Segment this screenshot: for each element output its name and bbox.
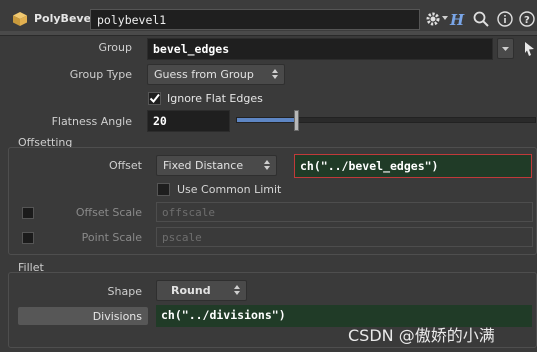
help-icon[interactable]: ?	[518, 10, 536, 28]
group-field[interactable]: bevel_edges	[147, 38, 493, 60]
point-scale-label: Point Scale	[81, 231, 142, 244]
shape-value: Round	[171, 284, 211, 297]
csdn-watermark: CSDN @傲娇的小满	[348, 326, 495, 345]
svg-text:H: H	[449, 11, 465, 28]
header-divider	[0, 31, 537, 35]
dropdown-arrows-icon	[272, 69, 278, 79]
gear-icon[interactable]	[424, 10, 442, 28]
group-type-dropdown[interactable]: Guess from Group	[147, 64, 285, 85]
flatness-angle-slider-fill	[237, 118, 297, 122]
use-common-limit-checkbox[interactable]	[157, 183, 170, 196]
offset-scale-label: Offset Scale	[75, 206, 142, 219]
offset-scale-field[interactable]: offscale	[156, 202, 533, 222]
polybevel-node-icon	[12, 11, 28, 27]
offset-mode-dropdown[interactable]: Fixed Distance	[156, 155, 277, 176]
node-name-input[interactable]: polybevel1	[90, 9, 420, 30]
group-type-value: Guess from Group	[154, 68, 254, 81]
info-icon[interactable]	[496, 10, 514, 28]
offset-scale-toggle[interactable]	[22, 207, 34, 219]
shape-label: Shape	[107, 285, 142, 298]
flatness-angle-label: Flatness Angle	[51, 115, 132, 128]
help-h-icon[interactable]: H	[448, 10, 466, 29]
ignore-flat-edges-label: Ignore Flat Edges	[167, 92, 263, 105]
flatness-angle-slider-track[interactable]	[236, 117, 536, 123]
node-type-label: PolyBevel	[34, 12, 95, 25]
point-scale-field[interactable]: pscale	[156, 227, 533, 247]
use-common-limit-label: Use Common Limit	[177, 183, 282, 196]
ignore-flat-edges-checkbox[interactable]	[148, 92, 161, 105]
group-menu-button[interactable]	[497, 38, 514, 59]
search-icon[interactable]	[472, 10, 490, 28]
group-label: Group	[98, 41, 133, 54]
divisions-label: Divisions	[92, 310, 142, 323]
shape-dropdown[interactable]: Round	[156, 280, 247, 301]
offset-mode-value: Fixed Distance	[163, 159, 244, 172]
dropdown-arrows-icon	[234, 285, 240, 295]
point-scale-toggle[interactable]	[22, 232, 34, 244]
select-arrow-icon[interactable]	[522, 40, 536, 58]
checkmark-icon	[149, 93, 160, 104]
svg-text:?: ?	[524, 15, 530, 26]
dropdown-arrows-icon	[264, 160, 270, 170]
offset-expression-field[interactable]: ch("../bevel_edges")	[294, 154, 532, 178]
flatness-angle-field[interactable]: 20	[147, 110, 230, 132]
group-type-label: Group Type	[69, 68, 132, 81]
flatness-angle-slider-handle[interactable]	[294, 110, 299, 131]
offset-label: Offset	[108, 159, 142, 172]
